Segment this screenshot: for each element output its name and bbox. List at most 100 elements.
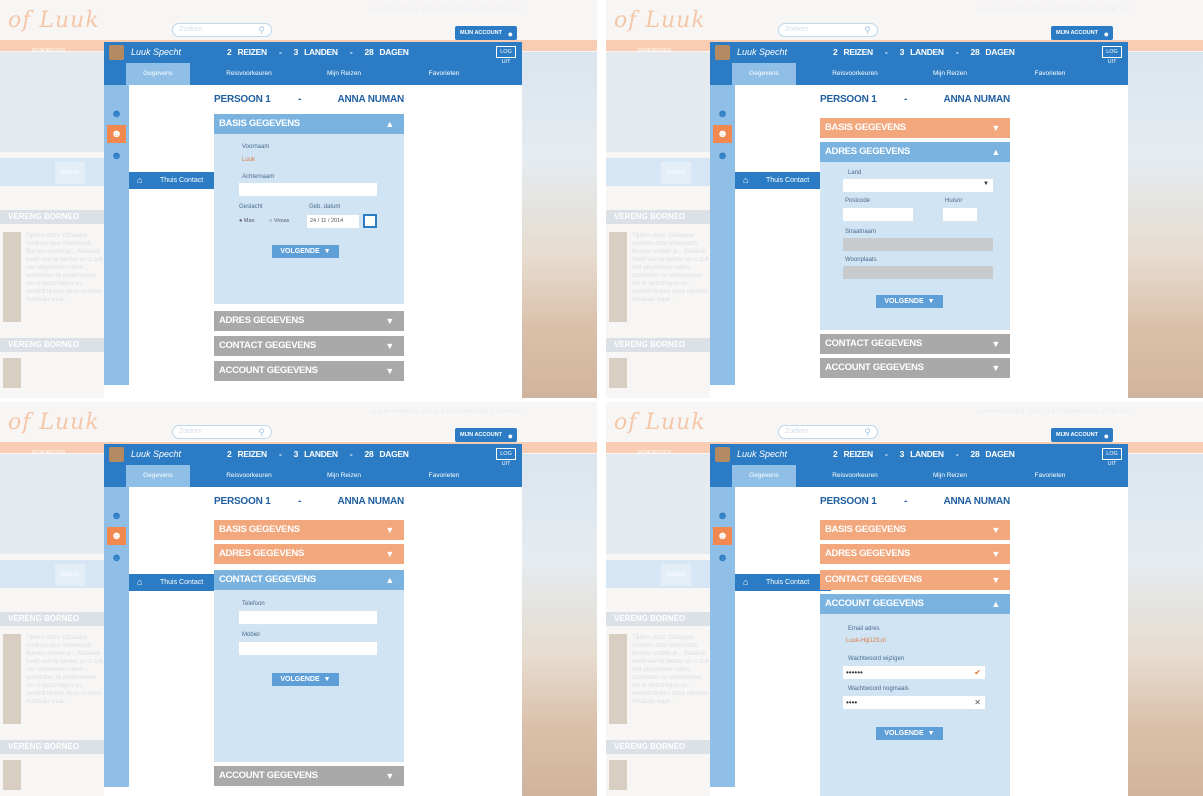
tab-mijn-reizen[interactable]: Mijn Reizen [309, 63, 379, 85]
screen-contact-gegevens: of Luuk Zoeken ⚲ SLAAPKAMERS ZOEK BESTEMM… [0, 402, 597, 796]
calendar-icon[interactable] [363, 214, 377, 228]
tab-mijn-reizen[interactable]: Mijn Reizen [915, 63, 985, 85]
section-adres-gegevens[interactable]: ADRES GEGEVENS ▼ [214, 544, 404, 564]
section-basis-gegevens[interactable]: BASIS GEGEVENS ▼ [214, 520, 404, 540]
person-selected-icon[interactable]: ☻ [713, 125, 732, 143]
next-button[interactable]: VOLGENDE ▼ [272, 673, 339, 686]
tab-favorieten[interactable]: Favorieten [1015, 63, 1085, 85]
chevron-down-icon[interactable]: ▼ [385, 311, 394, 331]
chevron-up-icon[interactable]: ▲ [385, 114, 394, 134]
tab-reisvoorkeuren[interactable]: Reisvoorkeuren [209, 465, 289, 487]
tab-gegevens[interactable]: Gegevens [732, 465, 796, 487]
section-contact-gegevens[interactable]: CONTACT GEGEVENS ▼ [820, 334, 1010, 354]
tab-mijn-reizen[interactable]: Mijn Reizen [915, 465, 985, 487]
tab-mijn-reizen[interactable]: Mijn Reizen [309, 465, 379, 487]
land-select[interactable]: ▼ [843, 179, 993, 192]
mobiel-field[interactable] [239, 642, 377, 655]
section-adres-gegevens[interactable]: ADRES GEGEVENS ▼ [820, 544, 1010, 564]
person-icon[interactable]: ☻ [107, 507, 126, 525]
tab-reisvoorkeuren[interactable]: Reisvoorkeuren [815, 465, 895, 487]
section-adres-gegevens[interactable]: ADRES GEGEVENS ▲ [820, 142, 1010, 162]
chevron-up-icon[interactable]: ▲ [991, 142, 1000, 162]
screen-account-gegevens: of Luuk Zoeken ⚲ SLAAPKAMERS ZOEK BESTEMM… [606, 402, 1203, 796]
chevron-down-icon[interactable]: ▼ [991, 118, 1000, 138]
tab-reisvoorkeuren[interactable]: Reisvoorkeuren [209, 63, 289, 85]
person-selected-icon[interactable]: ☻ [107, 125, 126, 143]
chevron-down-icon[interactable]: ▼ [991, 358, 1000, 378]
section-adres-gegevens[interactable]: ADRES GEGEVENS ▼ [214, 311, 404, 331]
logout-button[interactable]: LOG UIT [1102, 46, 1122, 65]
tab-gegevens[interactable]: Gegevens [732, 63, 796, 85]
next-button[interactable]: VOLGENDE ▼ [272, 245, 339, 258]
section-basis-gegevens[interactable]: BASIS GEGEVENS ▼ [820, 118, 1010, 138]
chevron-down-icon[interactable]: ▼ [385, 520, 394, 540]
section-account-gegevens[interactable]: ACCOUNT GEGEVENS ▼ [214, 361, 404, 381]
logout-button[interactable]: LOG UIT [1102, 448, 1122, 467]
section-account-gegevens[interactable]: ACCOUNT GEGEVENS ▼ [214, 766, 404, 786]
chevron-down-icon[interactable]: ▼ [385, 361, 394, 381]
section-basis-gegevens[interactable]: BASIS GEGEVENS ▼ [820, 520, 1010, 540]
section-account-gegevens[interactable]: ACCOUNT GEGEVENS ▲ [820, 594, 1010, 614]
tab-gegevens[interactable]: Gegevens [126, 465, 190, 487]
person-add-icon[interactable]: ☻ [107, 549, 126, 567]
my-account-button[interactable]: MIJN ACCOUNT ● [455, 26, 517, 40]
straatnaam-field[interactable] [843, 238, 993, 251]
password-confirm-field[interactable]: •••• ✕ [843, 696, 985, 709]
logout-button[interactable]: LOG UIT [496, 448, 516, 467]
person-selected-icon[interactable]: ☻ [107, 527, 126, 545]
tab-reisvoorkeuren[interactable]: Reisvoorkeuren [815, 63, 895, 85]
chevron-down-icon[interactable]: ▼ [991, 544, 1000, 564]
section-contact-gegevens[interactable]: CONTACT GEGEVENS ▼ [214, 336, 404, 356]
chevron-down-icon[interactable]: ▼ [991, 570, 1000, 590]
date-field[interactable]: 24 / 11 / 2014 [307, 215, 359, 228]
chevron-down-icon[interactable]: ▼ [385, 336, 394, 356]
sidebar-item-thuis-contact[interactable]: ⌂ Thuis Contact [129, 574, 225, 591]
chevron-down-icon[interactable]: ▼ [385, 544, 394, 564]
radio-man[interactable]: ● Man [239, 218, 255, 224]
person-add-icon[interactable]: ☻ [713, 549, 732, 567]
person-icon[interactable]: ☻ [713, 105, 732, 123]
postcode-field[interactable] [843, 208, 913, 221]
sidebar-item-thuis-contact[interactable]: ⌂ Thuis Contact [735, 172, 831, 189]
sidebar: ☻ ☻ ☻ [710, 487, 735, 787]
user-name: Luuk Specht [131, 449, 182, 459]
tab-favorieten[interactable]: Favorieten [409, 465, 479, 487]
woonplaats-field[interactable] [843, 266, 993, 279]
section-account-gegevens[interactable]: ACCOUNT GEGEVENS ▼ [820, 358, 1010, 378]
chevron-up-icon[interactable]: ▲ [385, 570, 394, 590]
sidebar-item-thuis-contact[interactable]: ⌂ Thuis Contact [735, 574, 831, 591]
tab-favorieten[interactable]: Favorieten [1015, 465, 1085, 487]
next-button[interactable]: VOLGENDE ▼ [876, 727, 943, 740]
person-icon[interactable]: ☻ [713, 507, 732, 525]
email-value[interactable]: Luuk-Hiji123.nl [846, 638, 886, 644]
my-account-button[interactable]: MIJN ACCOUNT ● [455, 428, 517, 442]
person-selected-icon[interactable]: ☻ [713, 527, 732, 545]
my-account-button[interactable]: MIJN ACCOUNT ● [1051, 26, 1113, 40]
tab-gegevens[interactable]: Gegevens [126, 63, 190, 85]
password-field[interactable]: •••••• ✔ [843, 666, 985, 679]
radio-vrouw[interactable]: ○ Vrouw [269, 218, 289, 224]
person-add-icon[interactable]: ☻ [107, 147, 126, 165]
logout-button[interactable]: LOG UIT [496, 46, 516, 65]
huisnr-field[interactable] [943, 208, 977, 221]
section-contact-gegevens-label: CONTACT GEGEVENS [825, 574, 922, 585]
section-contact-gegevens[interactable]: CONTACT GEGEVENS ▲ [214, 570, 404, 590]
section-contact-gegevens[interactable]: CONTACT GEGEVENS ▼ [820, 570, 1010, 590]
chevron-down-icon[interactable]: ▼ [385, 766, 394, 786]
chevron-up-icon[interactable]: ▲ [991, 594, 1000, 614]
person-icon[interactable]: ☻ [107, 105, 126, 123]
voornaam-value[interactable]: Luuk [242, 157, 255, 163]
sidebar-item-thuis-contact[interactable]: ⌂ Thuis Contact [129, 172, 225, 189]
person-dash: - [904, 94, 908, 105]
chevron-down-icon[interactable]: ▼ [991, 334, 1000, 354]
section-basis-gegevens[interactable]: BASIS GEGEVENS ▲ [214, 114, 404, 134]
next-button[interactable]: VOLGENDE ▼ [876, 295, 943, 308]
section-basis-gegevens-label: BASIS GEGEVENS [219, 524, 300, 535]
person-add-icon[interactable]: ☻ [713, 147, 732, 165]
my-account-button[interactable]: MIJN ACCOUNT ● [1051, 428, 1113, 442]
tab-favorieten[interactable]: Favorieten [409, 63, 479, 85]
chevron-down-icon[interactable]: ▼ [991, 520, 1000, 540]
telefoon-field[interactable] [239, 611, 377, 624]
achternaam-field[interactable] [239, 183, 377, 196]
close-icon[interactable]: ✕ [974, 696, 981, 709]
